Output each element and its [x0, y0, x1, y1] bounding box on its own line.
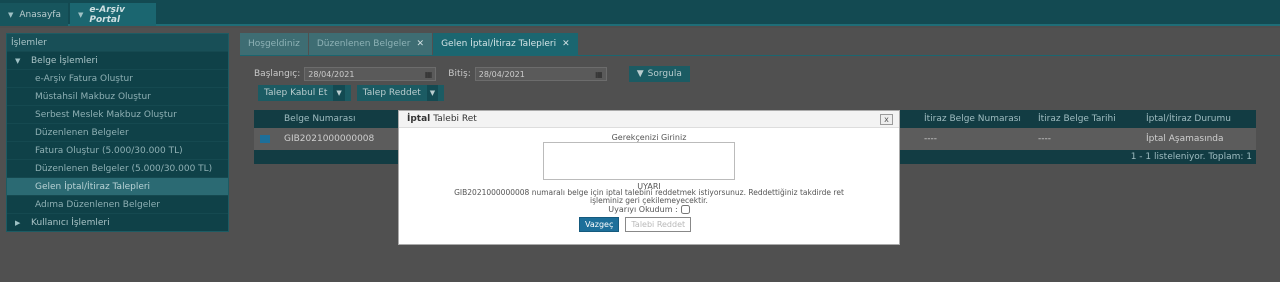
reject-request-button[interactable]: Talep Reddet ▼ — [356, 85, 445, 101]
start-date-field[interactable]: 28/04/2021 ▦ — [304, 67, 437, 81]
sidebar-header: İşlemler — [7, 34, 228, 51]
sidebar-item-label: Gelen İptal/İtiraz Talepleri — [35, 181, 151, 192]
sidebar-item-adima-duzenlenen[interactable]: Adıma Düzenlenen Belgeler — [7, 195, 228, 213]
accept-request-label: Talep Kabul Et — [264, 88, 328, 98]
close-icon[interactable]: ✕ — [562, 39, 570, 49]
sidebar-item-label: e-Arşiv Fatura Oluştur — [35, 73, 133, 84]
dialog-buttons: Vazgeç Talebi Reddet — [579, 217, 692, 232]
sidebar-item-gelen-iptal[interactable]: Gelen İptal/İtiraz Talepleri — [7, 177, 228, 195]
request-actions: Talep Kabul Et ▼ Talep Reddet ▼ — [258, 85, 445, 101]
chevron-right-icon: ▶ — [15, 218, 21, 227]
close-icon[interactable]: x — [880, 114, 893, 125]
tab-bar: Hoşgeldiniz Düzenlenen Belgeler ✕ Gelen … — [240, 33, 579, 55]
tab-label: Hoşgeldiniz — [248, 39, 300, 49]
cell-itiraz-no: ---- — [924, 134, 937, 144]
start-date-value: 28/04/2021 — [308, 69, 355, 79]
row-select-checkbox[interactable] — [260, 135, 270, 143]
cancel-button[interactable]: Vazgeç — [579, 217, 620, 232]
query-button[interactable]: ▼ Sorgula — [628, 66, 690, 82]
cell-doc-no: GIB2021000000008 — [284, 134, 375, 144]
sidebar-item-label: Adıma Düzenlenen Belgeler — [35, 199, 160, 210]
end-date-field[interactable]: 28/04/2021 ▦ — [474, 67, 607, 81]
tab-underline — [240, 55, 1280, 56]
nav-portal[interactable]: ▼ e-Arşiv Portal — [70, 3, 156, 26]
sidebar-item-mustahsil[interactable]: Müstahsil Makbuz Oluştur — [7, 87, 228, 105]
close-icon[interactable]: ✕ — [417, 39, 425, 49]
chevron-down-icon[interactable]: ▼ — [426, 85, 439, 101]
reject-request-label: Talep Reddet — [362, 88, 421, 98]
tab-label: Düzenlenen Belgeler — [316, 39, 411, 49]
cell-status: İptal Aşamasında — [1146, 134, 1224, 144]
warning-text: GIB2021000000008 numaralı belge için ipt… — [409, 189, 889, 205]
sidebar-item-duzenlenen[interactable]: Düzenlenen Belgeler — [7, 123, 228, 141]
chevron-down-icon: ▼ — [8, 10, 14, 19]
sidebar-item-label: Fatura Oluştur (5.000/30.000 TL) — [35, 145, 183, 156]
tab-gelen-iptal[interactable]: Gelen İptal/İtiraz Talepleri ✕ — [433, 33, 578, 55]
end-date-label: Bitiş: — [448, 69, 471, 79]
dialog-title-rest: Talebi Ret — [433, 114, 477, 124]
date-filters: Başlangıç: 28/04/2021 ▦ Bitiş: 28/04/202… — [254, 66, 690, 82]
reject-dialog: İptal Talebi Ret x Gerekçenizi Giriniz U… — [398, 110, 900, 245]
tab-hosgeldiniz[interactable]: Hoşgeldiniz — [240, 33, 308, 55]
query-button-label: Sorgula — [647, 69, 682, 79]
tab-duzenlenen-belgeler[interactable]: Düzenlenen Belgeler ✕ — [308, 33, 433, 55]
sidebar: İşlemler ▼ Belge İşlemleri e-Arşiv Fatur… — [6, 33, 229, 232]
acknowledge-checkbox[interactable] — [680, 205, 690, 214]
reason-textarea[interactable] — [543, 142, 735, 180]
warning-line-2: işleminiz geri çekilemeyecektir. — [590, 196, 708, 205]
acknowledge-label: Uyarıyı Okudum : — [608, 205, 678, 214]
sidebar-group-belge[interactable]: ▼ Belge İşlemleri — [7, 51, 228, 69]
sidebar-group-label: Belge İşlemleri — [31, 55, 98, 66]
calendar-icon[interactable]: ▦ — [425, 70, 433, 79]
sidebar-group-kullanici[interactable]: ▶ Kullanıcı İşlemleri — [7, 213, 228, 231]
column-header: Belge Numarası — [284, 114, 356, 124]
start-date-label: Başlangıç: — [254, 69, 301, 79]
sidebar-group-label: Kullanıcı İşlemleri — [31, 217, 110, 228]
sidebar-item-label: Serbest Meslek Makbuz Oluştur — [35, 109, 177, 120]
calendar-icon[interactable]: ▦ — [595, 70, 603, 79]
reason-prompt: Gerekçenizi Giriniz — [611, 133, 687, 142]
tab-label: Gelen İptal/İtiraz Talepleri — [441, 39, 557, 49]
filter-icon: ▼ — [636, 69, 644, 79]
nav-portal-label: e-Arşiv Portal — [89, 4, 125, 25]
cell-itiraz-date: ---- — [1038, 134, 1051, 144]
column-header: İptal/İtiraz Durumu — [1146, 114, 1231, 124]
nav-home[interactable]: ▼ Anasayfa — [0, 3, 68, 26]
chevron-down-icon: ▼ — [15, 56, 21, 65]
end-date-value: 28/04/2021 — [478, 69, 525, 79]
chevron-down-icon: ▼ — [78, 10, 84, 19]
nav-home-label: Anasayfa — [19, 9, 61, 20]
dialog-title-bold: İptal — [407, 114, 431, 124]
acknowledge-row: Uyarıyı Okudum : — [399, 205, 899, 214]
sidebar-item-fatura-olustur[interactable]: Fatura Oluştur (5.000/30.000 TL) — [7, 141, 228, 159]
sidebar-item-duzenlenen-limit[interactable]: Düzenlenen Belgeler (5.000/30.000 TL) — [7, 159, 228, 177]
accept-request-button[interactable]: Talep Kabul Et ▼ — [258, 85, 351, 101]
chevron-down-icon[interactable]: ▼ — [333, 85, 345, 101]
column-header: İtiraz Belge Numarası — [924, 114, 1021, 124]
reject-button[interactable]: Talebi Reddet — [625, 217, 692, 232]
sidebar-item-serbest-meslek[interactable]: Serbest Meslek Makbuz Oluştur — [7, 105, 228, 123]
sidebar-item-label: Müstahsil Makbuz Oluştur — [35, 91, 151, 102]
dialog-title: İptal Talebi Ret — [399, 111, 899, 128]
column-header: İtiraz Belge Tarihi — [1038, 114, 1116, 124]
sidebar-item-label: Düzenlenen Belgeler — [35, 127, 129, 138]
top-nav: ▼ Anasayfa ▼ e-Arşiv Portal — [0, 0, 1280, 26]
sidebar-item-earsiv-fatura[interactable]: e-Arşiv Fatura Oluştur — [7, 69, 228, 87]
sidebar-item-label: Düzenlenen Belgeler (5.000/30.000 TL) — [35, 163, 213, 174]
